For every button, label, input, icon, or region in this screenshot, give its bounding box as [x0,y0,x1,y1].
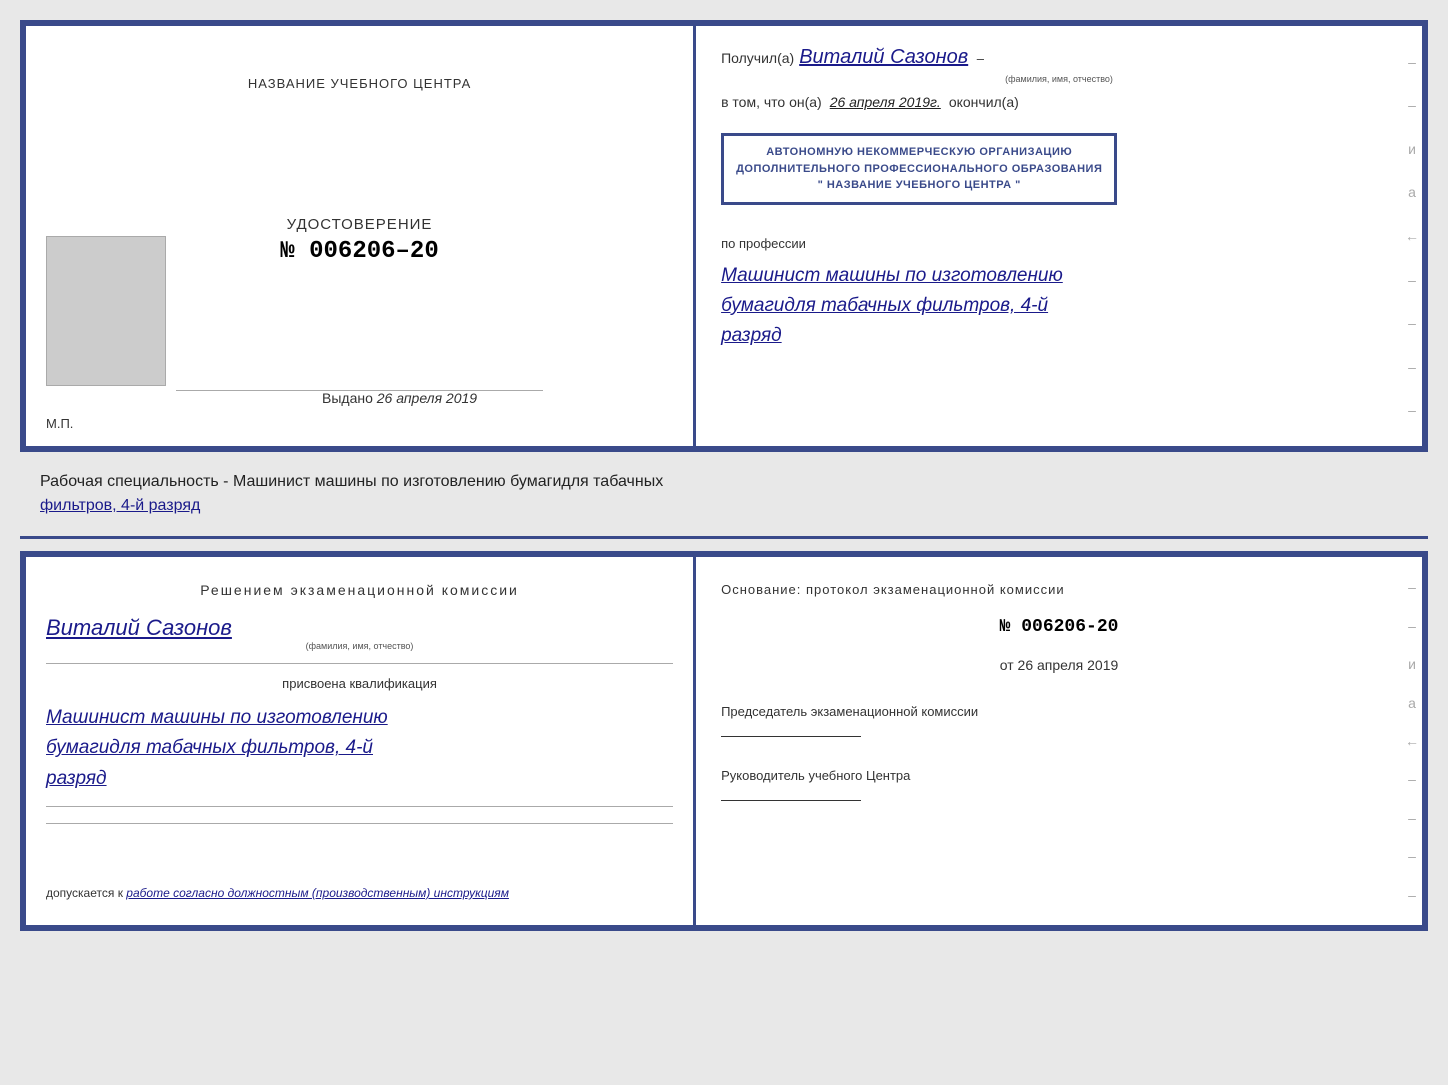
bottom-right-dashes: – – и а ← – – – – [1402,557,1422,925]
poluchil-name: Виталий Сазонов [799,46,968,69]
page-wrapper: НАЗВАНИЕ УЧЕБНОГО ЦЕНТРА УДОСТОВЕРЕНИЕ №… [20,20,1428,931]
photo-placeholder [46,236,166,386]
kvali-block: Машинист машины по изготовлению бумагидл… [46,703,673,794]
middle-line2: фильтров, 4-й разряд [40,497,200,514]
kvali-line3: разряд [46,764,673,794]
predsedatel-signature-line [721,736,861,737]
prisvoena-text: присвоена квалификация [46,676,673,691]
kvali-underline2 [46,823,673,824]
kvali-underline [46,806,673,807]
commission-name: Виталий Сазонов [46,615,673,641]
middle-line1: Рабочая специальность - Машинист машины … [40,473,663,490]
vydano-label: Выдано [322,390,373,406]
osnovanie-title: Основание: протокол экзаменационной коми… [721,582,1397,597]
proto-number: № 006206-20 [721,617,1397,637]
poluchil-line: Получил(а) Виталий Сазонов – (фамилия, и… [721,46,1397,84]
dopuskaetsya-prefix: допускается к [46,886,123,900]
poluchil-caption: (фамилия, имя, отчество) [721,74,1397,84]
udostoverenie-block: УДОСТОВЕРЕНИЕ № 006206–20 [280,216,438,265]
signature-line-left [176,390,543,391]
ot-prefix: от [1000,657,1014,673]
resheniem-title: Решением экзаменационной комиссии [46,582,673,598]
rukovoditel-block: Руководитель учебного Центра [721,767,1397,801]
rukovoditel-signature-line [721,800,861,801]
center-title: НАЗВАНИЕ УЧЕБНОГО ЦЕНТРА [248,76,471,91]
vydano-date: 26 апреля 2019 [377,390,477,406]
vtom-prefix: в том, что он(а) [721,94,822,110]
doc-top-right: Получил(а) Виталий Сазонов – (фамилия, и… [696,26,1422,446]
kvali-line1: Машинист машины по изготовлению [46,703,673,733]
stamp-line1: АВТОНОМНУЮ НЕКОММЕРЧЕСКУЮ ОРГАНИЗАЦИЮ [736,144,1102,161]
poluchil-prefix: Получил(а) [721,50,794,66]
ot-date: от 26 апреля 2019 [721,657,1397,673]
profession-line2: бумагидля табачных фильтров, 4-й [721,291,1397,321]
doc-top-left: НАЗВАНИЕ УЧЕБНОГО ЦЕНТРА УДОСТОВЕРЕНИЕ №… [26,26,696,446]
commission-name-block: Виталий Сазонов (фамилия, имя, отчество) [46,610,673,651]
name-underline [46,663,673,664]
right-dashes: – – и а ← – – – – [1402,26,1422,446]
profession-line3: разряд [721,321,1397,351]
rukovoditel-label: Руководитель учебного Центра [721,767,1397,785]
stamp-box: АВТОНОМНУЮ НЕКОММЕРЧЕСКУЮ ОРГАНИЗАЦИЮ ДО… [721,133,1117,205]
vtom-line: в том, что он(а) 26 апреля 2019г. окончи… [721,94,1397,110]
document-bottom: Решением экзаменационной комиссии Витали… [20,551,1428,931]
profession-block: Машинист машины по изготовлению бумагидл… [721,261,1397,352]
predsedatel-label: Председатель экзаменационной комиссии [721,703,1397,721]
udostoverenie-number: № 006206–20 [280,238,438,265]
kvali-line2: бумагидля табачных фильтров, 4-й [46,733,673,763]
doc-bottom-left: Решением экзаменационной комиссии Витали… [26,557,696,925]
vtom-date: 26 апреля 2019г. [830,94,941,110]
fio-caption: (фамилия, имя, отчество) [46,641,673,651]
ot-date-value: 26 апреля 2019 [1018,657,1119,673]
middle-text: Рабочая специальность - Машинист машины … [20,462,1428,526]
dopuskaetsya-line: допускается к работе согласно должностны… [46,886,673,900]
predsedatel-block: Председатель экзаменационной комиссии [721,703,1397,737]
po-professii: по профессии [721,236,1397,251]
udostoverenie-label: УДОСТОВЕРЕНИЕ [280,216,438,233]
stamp-line2: ДОПОЛНИТЕЛЬНОГО ПРОФЕССИОНАЛЬНОГО ОБРАЗО… [736,161,1102,178]
stamp-line3: " НАЗВАНИЕ УЧЕБНОГО ЦЕНТРА " [736,177,1102,194]
document-top: НАЗВАНИЕ УЧЕБНОГО ЦЕНТРА УДОСТОВЕРЕНИЕ №… [20,20,1428,452]
vydano-line: Выдано 26 апреля 2019 [242,390,477,406]
doc-bottom-right: Основание: протокол экзаменационной коми… [696,557,1422,925]
dopuskaetsya-italic: работе согласно должностным (производств… [126,886,509,900]
profession-line1: Машинист машины по изготовлению [721,261,1397,291]
mp-label: М.П. [46,416,73,431]
okonchil: окончил(а) [949,94,1019,110]
center-divider [20,536,1428,539]
